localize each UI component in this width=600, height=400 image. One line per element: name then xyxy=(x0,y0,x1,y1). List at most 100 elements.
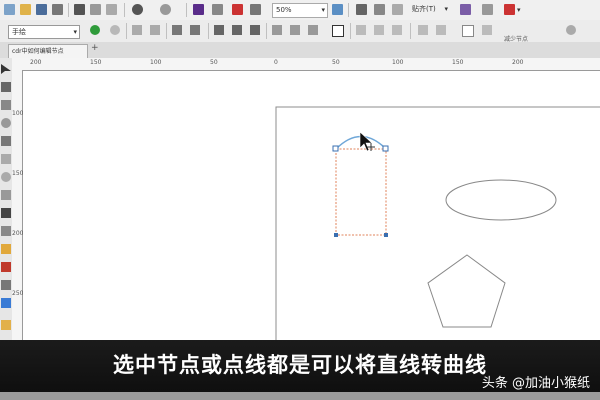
add-tab-button[interactable]: + xyxy=(91,43,99,53)
document-tab-label: cdr中如何编辑节点 xyxy=(12,48,64,55)
delete-node-icon[interactable] xyxy=(110,25,120,35)
separator xyxy=(350,23,351,39)
join-nodes-icon[interactable] xyxy=(132,25,142,35)
cut-icon[interactable] xyxy=(74,4,85,15)
chevron-down-icon: ▾ xyxy=(73,28,77,36)
extend-curve-icon[interactable] xyxy=(290,25,300,35)
mirror-horizontal-icon[interactable] xyxy=(418,25,428,35)
watermark: 头条 @加油小猴纸 xyxy=(481,376,590,391)
crop-tool-icon[interactable] xyxy=(1,100,11,110)
drawing-svg xyxy=(275,106,600,348)
application-icon[interactable] xyxy=(482,4,493,15)
ellipse-tool-icon[interactable] xyxy=(1,172,11,182)
app-launcher-icon[interactable] xyxy=(250,4,261,15)
zoom-select[interactable]: 50% ▾ xyxy=(272,3,328,18)
import-icon[interactable] xyxy=(212,4,223,15)
ruler-tick-label: 150 xyxy=(452,59,464,66)
new-document-icon[interactable] xyxy=(4,4,15,15)
open-folder-icon[interactable] xyxy=(20,4,31,15)
print-icon[interactable] xyxy=(52,4,63,15)
separator xyxy=(266,23,267,39)
elastic-mode-icon[interactable] xyxy=(462,25,474,37)
zoom-tool-icon[interactable] xyxy=(1,118,11,128)
redo-icon[interactable] xyxy=(160,4,171,15)
options-icon[interactable] xyxy=(460,4,471,15)
separator xyxy=(348,3,349,17)
mirror-vertical-icon[interactable] xyxy=(436,25,446,35)
shape-mode-value: 手绘 xyxy=(12,28,26,36)
node-handle[interactable] xyxy=(384,233,388,237)
shape-tool-icon[interactable] xyxy=(1,82,11,92)
node-handle[interactable] xyxy=(332,145,339,152)
break-curve-icon[interactable] xyxy=(150,25,160,35)
standard-toolbar: 50% ▾ 贴齐(T) ▾ ▾ xyxy=(0,0,600,21)
smart-fill-tool-icon[interactable] xyxy=(1,298,11,308)
node-handle[interactable] xyxy=(334,233,338,237)
document-tab[interactable]: cdr中如何编辑节点 xyxy=(8,44,88,58)
node-handle[interactable] xyxy=(382,145,389,152)
show-guidelines-icon[interactable] xyxy=(392,4,403,15)
separator xyxy=(68,3,69,17)
to-curve-icon[interactable] xyxy=(190,25,200,35)
vertical-ruler[interactable]: 100 150 200 250 xyxy=(12,70,23,340)
polygon-tool-icon[interactable] xyxy=(1,190,11,200)
export-pdf-icon[interactable] xyxy=(232,4,243,15)
show-rulers-icon[interactable] xyxy=(356,4,367,15)
extract-subpath-icon[interactable] xyxy=(308,25,318,35)
text-tool-icon[interactable] xyxy=(1,208,11,218)
ruler-tick-label: 0 xyxy=(274,59,278,66)
property-bar: 手绘 ▾ 减少节点 xyxy=(0,20,600,43)
chevron-down-icon: ▾ xyxy=(321,6,325,14)
to-line-icon[interactable] xyxy=(172,25,182,35)
parallel-dimension-tool-icon[interactable] xyxy=(1,226,11,236)
shape-mode-select[interactable]: 手绘 ▾ xyxy=(8,25,80,39)
align-nodes-icon[interactable] xyxy=(392,25,402,35)
separator xyxy=(124,3,125,17)
ruler-tick-label: 200 xyxy=(30,59,42,66)
chevron-down-icon[interactable]: ▾ xyxy=(517,4,521,16)
ruler-tick-label: 150 xyxy=(90,59,102,66)
ruler-tick-label: 200 xyxy=(12,230,24,237)
separator xyxy=(410,23,411,39)
stretch-nodes-icon[interactable] xyxy=(356,25,366,35)
undo-icon[interactable] xyxy=(132,4,143,15)
separator xyxy=(166,23,167,39)
ruler-tick-label: 250 xyxy=(12,290,24,297)
interactive-fill-tool-icon[interactable] xyxy=(1,244,11,254)
drawing-canvas[interactable] xyxy=(23,71,600,348)
cusp-node-icon[interactable] xyxy=(214,25,224,35)
close-curve-icon[interactable] xyxy=(332,25,344,37)
ruler-tick-label: 100 xyxy=(392,59,404,66)
copy-icon[interactable] xyxy=(90,4,101,15)
separator xyxy=(186,3,187,17)
freehand-tool-icon[interactable] xyxy=(1,136,11,146)
select-all-nodes-icon[interactable] xyxy=(482,25,492,35)
save-icon[interactable] xyxy=(36,4,47,15)
ruler-tick-label: 50 xyxy=(332,59,340,66)
paste-icon[interactable] xyxy=(106,4,117,15)
pick-tool-icon[interactable] xyxy=(1,64,11,74)
snap-label: 贴齐(T) xyxy=(412,5,436,13)
outline-pen-tool-icon[interactable] xyxy=(1,280,11,290)
horizontal-ruler[interactable]: 200 150 100 50 0 50 100 150 200 xyxy=(12,58,600,71)
rectangle-tool-icon[interactable] xyxy=(1,154,11,164)
show-grid-icon[interactable] xyxy=(374,4,385,15)
color-swatch-icon[interactable] xyxy=(1,320,11,330)
separator xyxy=(126,23,127,39)
curve-smoothness-icon[interactable] xyxy=(566,25,576,35)
bottom-strip xyxy=(0,392,600,400)
welcome-screen-icon[interactable] xyxy=(504,4,515,15)
add-node-icon[interactable] xyxy=(90,25,100,35)
smooth-node-icon[interactable] xyxy=(232,25,242,35)
full-screen-icon[interactable] xyxy=(332,4,343,15)
symmetrical-node-icon[interactable] xyxy=(250,25,260,35)
search-content-icon[interactable] xyxy=(193,4,204,15)
reverse-direction-icon[interactable] xyxy=(272,25,282,35)
rotate-nodes-icon[interactable] xyxy=(374,25,384,35)
chevron-down-icon: ▾ xyxy=(444,5,448,13)
snap-to-dropdown[interactable]: 贴齐(T) ▾ xyxy=(410,3,448,16)
eyedropper-tool-icon[interactable] xyxy=(1,262,11,272)
ruler-tick-label: 50 xyxy=(210,59,218,66)
zoom-value: 50% xyxy=(276,6,292,14)
page-border xyxy=(275,106,600,348)
